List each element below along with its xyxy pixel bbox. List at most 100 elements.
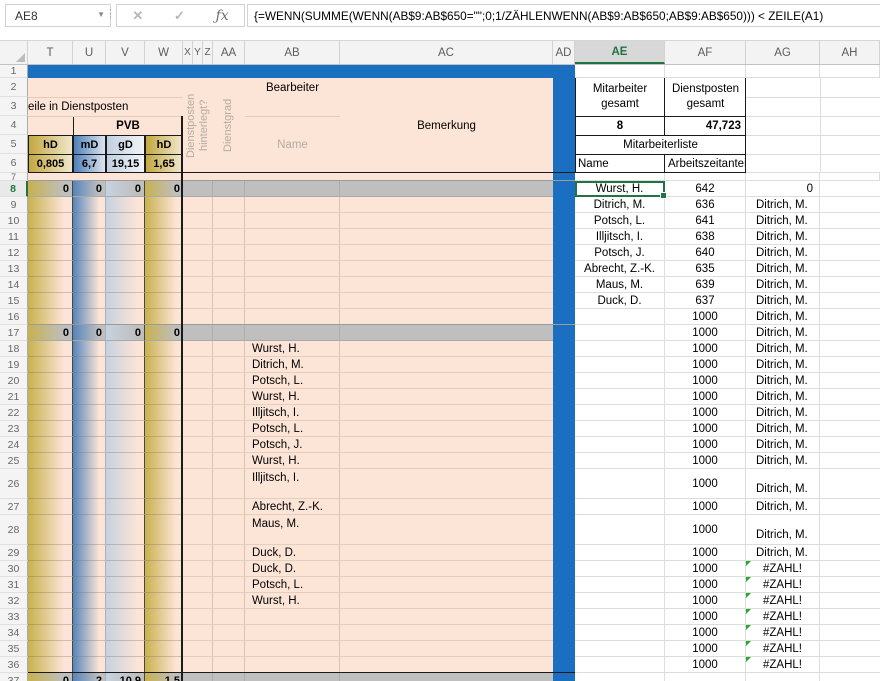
row-header-30[interactable]: 30 [0, 561, 28, 577]
cell-W20[interactable] [145, 373, 183, 389]
cell-AB22[interactable]: Illjitsch, I. [245, 405, 340, 421]
cell-AC26[interactable] [340, 469, 553, 499]
cell-XYZ37[interactable] [183, 673, 213, 681]
cell-AC22[interactable] [340, 405, 553, 421]
cell-V12[interactable] [106, 245, 145, 261]
cell-AA27[interactable] [213, 499, 245, 515]
cell-U33[interactable] [73, 609, 106, 625]
cell-AG14[interactable]: Ditrich, M. [746, 277, 820, 293]
cell-XYZ24[interactable] [183, 437, 213, 453]
cell-AH12[interactable] [820, 245, 880, 261]
cell-AG10[interactable]: Ditrich, M. [746, 213, 820, 229]
cell-AG12[interactable]: Ditrich, M. [746, 245, 820, 261]
cell-AB13[interactable] [245, 261, 340, 277]
cell-AG34[interactable]: #ZAHL! [746, 625, 820, 641]
cell-AF15[interactable]: 637 [665, 293, 746, 309]
row-header-24[interactable]: 24 [0, 437, 28, 453]
cell-XYZ32[interactable] [183, 593, 213, 609]
cell-AH34[interactable] [820, 625, 880, 641]
cell-AA26[interactable] [213, 469, 245, 499]
namebox-dropdown-icon[interactable]: ▼ [97, 10, 105, 19]
cell-U19[interactable] [73, 357, 106, 373]
cell-AB25[interactable]: Wurst, H. [245, 453, 340, 469]
cell-AE15[interactable]: Duck, D. [575, 293, 665, 309]
cell-AB11[interactable] [245, 229, 340, 245]
cell-AA36[interactable] [213, 657, 245, 673]
cell-AF18[interactable]: 1000 [665, 341, 746, 357]
row-header-9[interactable]: 9 [0, 197, 28, 213]
cell-U14[interactable] [73, 277, 106, 293]
row-header-8[interactable]: 8 [0, 181, 28, 197]
cell-T11[interactable] [28, 229, 73, 245]
cell-AH22[interactable] [820, 405, 880, 421]
cell-AF37[interactable] [665, 673, 746, 681]
cell-AH31[interactable] [820, 577, 880, 593]
cell-AG18[interactable]: Ditrich, M. [746, 341, 820, 357]
cell-T9[interactable] [28, 197, 73, 213]
cell-AF1[interactable] [665, 65, 746, 78]
cell-AE8[interactable]: Wurst, H. [575, 181, 665, 197]
cell-AF33[interactable]: 1000 [665, 609, 746, 625]
column-header-AE[interactable]: AE [575, 41, 665, 64]
cell-T26[interactable] [28, 469, 73, 499]
cell-AC13[interactable] [340, 261, 553, 277]
cell-XYZ33[interactable] [183, 609, 213, 625]
cell-AB20[interactable]: Potsch, L. [245, 373, 340, 389]
cell-AC11[interactable] [340, 229, 553, 245]
cell-U23[interactable] [73, 421, 106, 437]
cell-AF32[interactable]: 1000 [665, 593, 746, 609]
cell-AF20[interactable]: 1000 [665, 373, 746, 389]
cell-XYZ23[interactable] [183, 421, 213, 437]
cell-V33[interactable] [106, 609, 145, 625]
cell-AG35[interactable]: #ZAHL! [746, 641, 820, 657]
cell-V19[interactable] [106, 357, 145, 373]
cell-AF11[interactable]: 638 [665, 229, 746, 245]
cell-V22[interactable] [106, 405, 145, 421]
cell-AC32[interactable] [340, 593, 553, 609]
cell-AE28[interactable] [575, 515, 665, 545]
cell-T15[interactable] [28, 293, 73, 309]
row-header-26[interactable]: 26 [0, 469, 28, 499]
cell-AG33[interactable]: #ZAHL! [746, 609, 820, 625]
cell-V34[interactable] [106, 625, 145, 641]
cell-AG8[interactable]: 0 [746, 181, 820, 197]
cell-T20[interactable] [28, 373, 73, 389]
cell-T22[interactable] [28, 405, 73, 421]
cell-W36[interactable] [145, 657, 183, 673]
cell-AC10[interactable] [340, 213, 553, 229]
cell-AC9[interactable] [340, 197, 553, 213]
mitarbeiter-gesamt-value[interactable]: 8 [575, 116, 665, 135]
cell-XYZ19[interactable] [183, 357, 213, 373]
cell-V26[interactable] [106, 469, 145, 499]
cell-W27[interactable] [145, 499, 183, 515]
cell-XYZ9[interactable] [183, 197, 213, 213]
name-box[interactable]: AE8 ▼ [5, 4, 111, 27]
row-header-1[interactable]: 1 [0, 65, 28, 78]
cell-U37[interactable]: 2 [73, 673, 106, 681]
cell-U36[interactable] [73, 657, 106, 673]
cell-T36[interactable] [28, 657, 73, 673]
cell-XYZ29[interactable] [183, 545, 213, 561]
cell-AE20[interactable] [575, 373, 665, 389]
cell-AA14[interactable] [213, 277, 245, 293]
cell-W30[interactable] [145, 561, 183, 577]
cell-AG21[interactable]: Ditrich, M. [746, 389, 820, 405]
cell-AF22[interactable]: 1000 [665, 405, 746, 421]
cell-AA31[interactable] [213, 577, 245, 593]
cell-AG30[interactable]: #ZAHL! [746, 561, 820, 577]
row-header-16[interactable]: 16 [0, 309, 28, 325]
cell-AC8[interactable] [340, 181, 553, 197]
cell-T35[interactable] [28, 641, 73, 657]
cell-AH19[interactable] [820, 357, 880, 373]
cell-XYZ8[interactable] [183, 181, 213, 197]
cell-XYZ28[interactable] [183, 515, 213, 545]
cell-V11[interactable] [106, 229, 145, 245]
cell-AE22[interactable] [575, 405, 665, 421]
cell-AH1[interactable] [820, 65, 880, 78]
row-header-35[interactable]: 35 [0, 641, 28, 657]
cell-AH26[interactable] [820, 469, 880, 499]
cell-V32[interactable] [106, 593, 145, 609]
cell-AA15[interactable] [213, 293, 245, 309]
cell-AG32[interactable]: #ZAHL! [746, 593, 820, 609]
cell-AA18[interactable] [213, 341, 245, 357]
